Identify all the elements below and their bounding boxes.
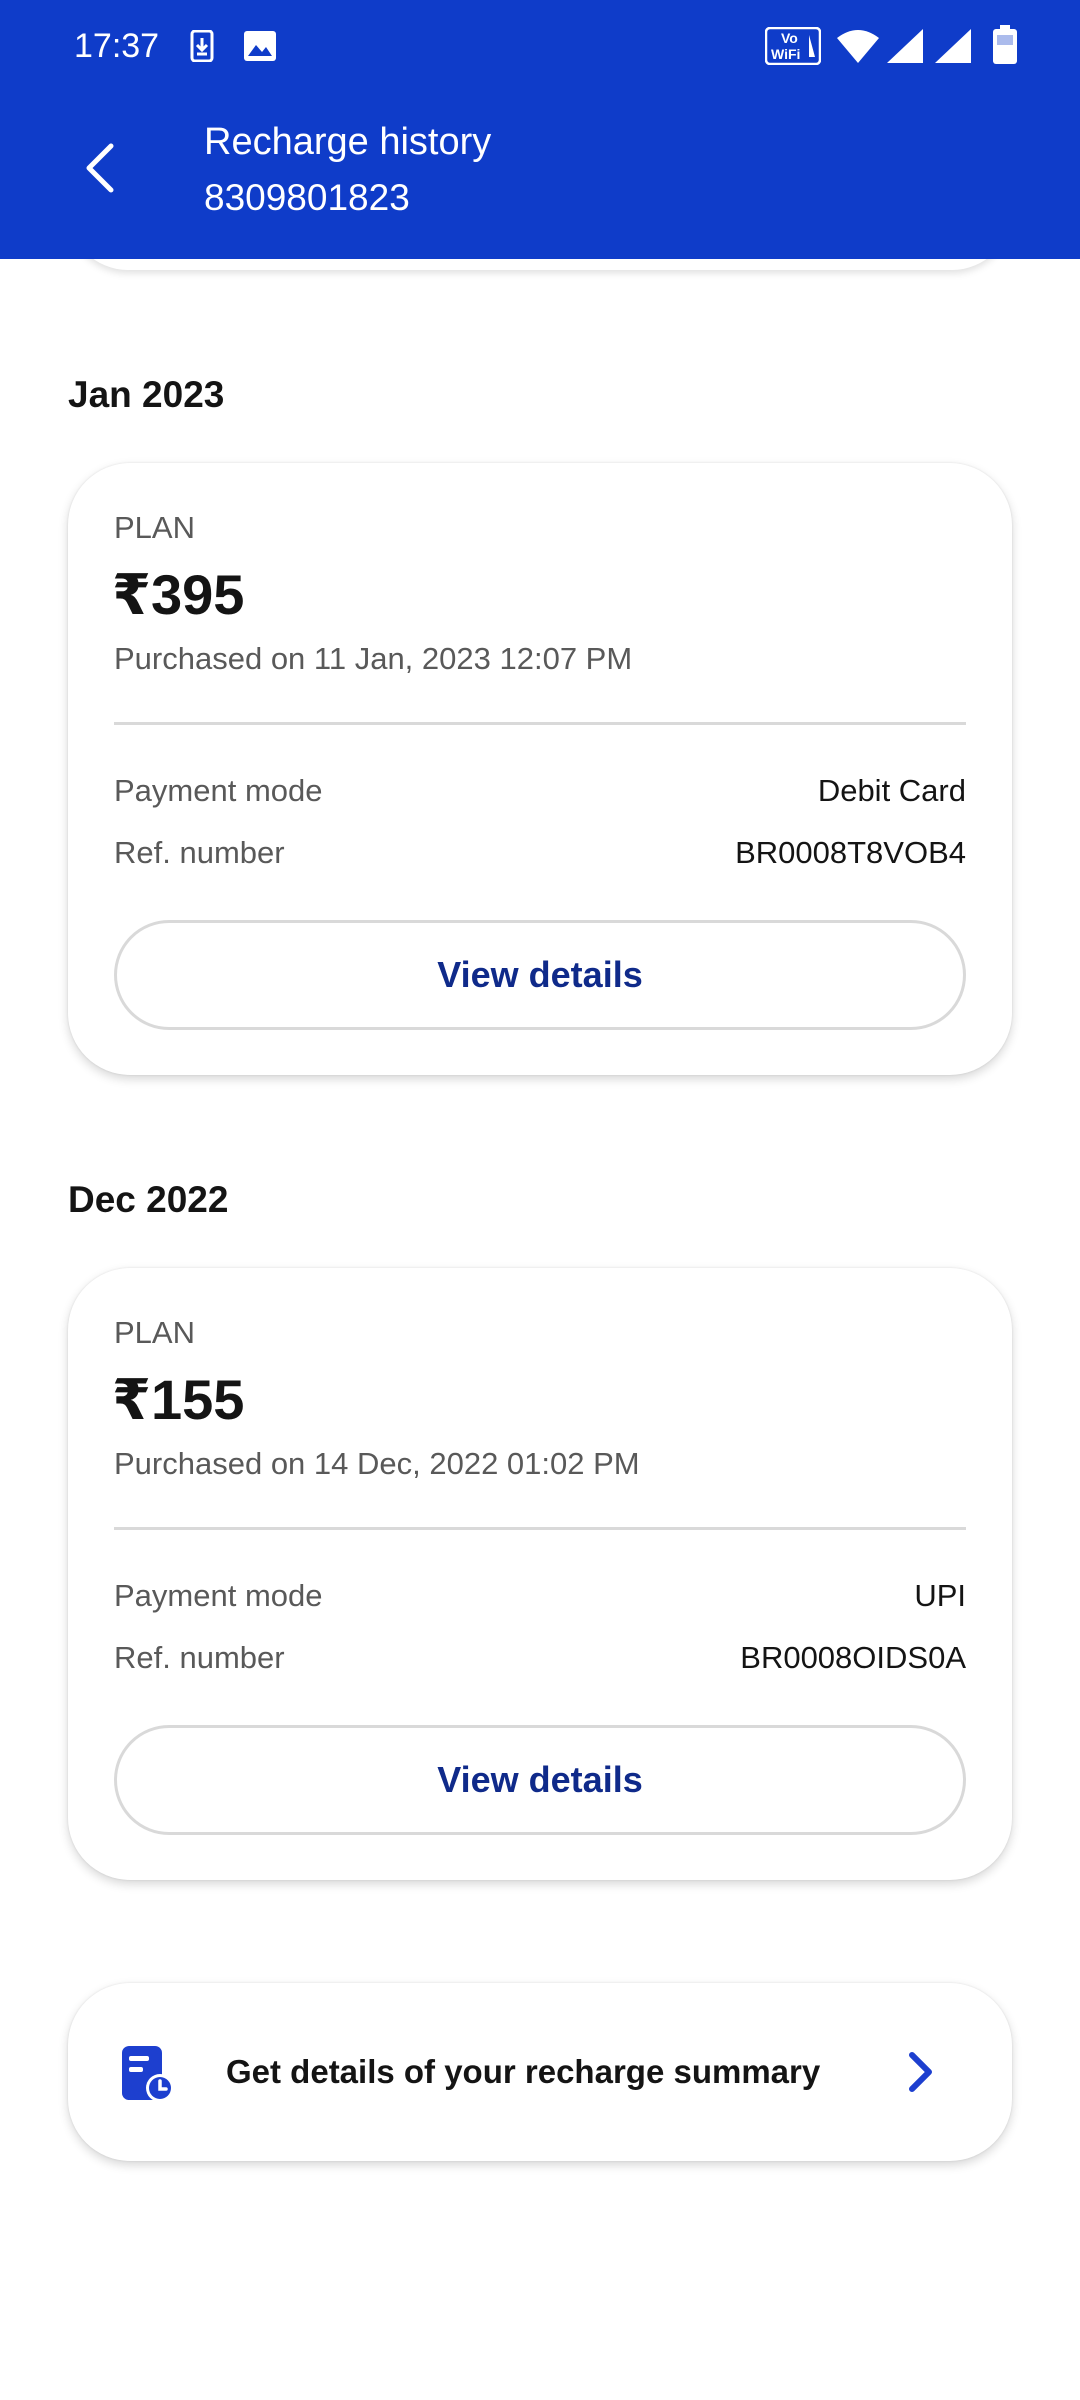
phone-number: 8309801823 xyxy=(204,177,410,218)
app-header: 17:37 Vo WiFi Recharge history 830980182… xyxy=(0,0,1080,259)
purchase-date: Purchased on 14 Dec, 2022 01:02 PM xyxy=(114,1446,640,1481)
month-heading: Jan 2023 xyxy=(68,374,225,415)
month-heading: Dec 2022 xyxy=(68,1179,229,1220)
battery-icon xyxy=(992,25,1018,70)
payment-mode-label: Payment mode xyxy=(114,1578,323,1613)
plan-amount: ₹395 xyxy=(112,563,245,626)
ref-number-label: Ref. number xyxy=(114,1640,285,1675)
page-title: Recharge history xyxy=(204,121,492,163)
status-time: 17:37 xyxy=(74,27,160,65)
recharge-card: PLAN ₹155 Purchased on 14 Dec, 2022 01:0… xyxy=(68,1268,1012,1880)
chevron-right-icon xyxy=(902,2049,938,2095)
signal-icon xyxy=(934,28,972,69)
vowifi-text-top: Vo xyxy=(781,30,798,46)
view-details-button[interactable]: View details xyxy=(114,920,966,1030)
vowifi-icon: Vo WiFi xyxy=(764,26,822,70)
ref-number-label: Ref. number xyxy=(114,835,285,870)
chevron-left-icon xyxy=(83,142,117,199)
plan-amount: ₹155 xyxy=(112,1368,245,1431)
recharge-summary-card[interactable]: Get details of your recharge summary xyxy=(68,1983,1012,2161)
wifi-icon xyxy=(836,28,880,69)
payment-mode-value: UPI xyxy=(914,1578,966,1613)
recharge-summary-text: Get details of your recharge summary xyxy=(226,2053,821,2090)
plan-label: PLAN xyxy=(114,1315,195,1350)
plan-label: PLAN xyxy=(114,510,195,545)
card-divider xyxy=(114,1527,966,1530)
view-details-button[interactable]: View details xyxy=(114,1725,966,1835)
back-button[interactable] xyxy=(70,130,130,210)
payment-mode-value: Debit Card xyxy=(817,773,966,808)
status-bar: 17:37 Vo WiFi xyxy=(0,0,1080,92)
card-divider xyxy=(114,722,966,725)
purchase-date: Purchased on 11 Jan, 2023 12:07 PM xyxy=(114,641,633,676)
payment-mode-label: Payment mode xyxy=(114,773,323,808)
ref-number-value: BR0008OIDS0A xyxy=(740,1640,966,1675)
ref-number-value: BR0008T8VOB4 xyxy=(735,835,966,870)
recharge-card: PLAN ₹395 Purchased on 11 Jan, 2023 12:0… xyxy=(68,463,1012,1075)
download-icon xyxy=(188,29,216,67)
vowifi-text-bottom: WiFi xyxy=(771,46,800,62)
image-icon xyxy=(243,30,277,67)
recharge-summary-icon xyxy=(120,2044,176,2104)
signal-icon xyxy=(886,28,924,69)
